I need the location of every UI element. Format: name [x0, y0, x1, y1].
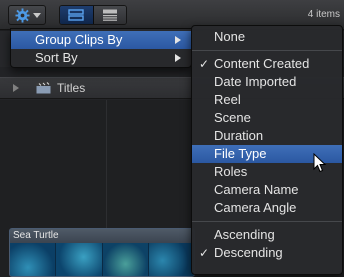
menu-item-scene[interactable]: Scene	[192, 109, 342, 127]
menu-item-label: Sort By	[35, 50, 78, 65]
menu-item-group-clips-by[interactable]: Group Clips By	[11, 31, 191, 49]
menu-item-ascending[interactable]: Ascending	[192, 226, 342, 244]
menu-item-label: Descending	[214, 245, 283, 260]
menu-item-date-imported[interactable]: Date Imported	[192, 73, 342, 91]
menu-item-none[interactable]: None	[192, 28, 342, 46]
chevron-down-icon	[33, 12, 41, 18]
menu-item-label: Group Clips By	[35, 32, 123, 47]
menu-item-duration[interactable]: Duration	[192, 127, 342, 145]
menu-item-descending[interactable]: ✓ Descending	[192, 244, 342, 262]
menu-item-label: Date Imported	[214, 74, 297, 89]
menu-separator	[192, 50, 342, 51]
menu-item-content-created[interactable]: ✓ Content Created	[192, 55, 342, 73]
list-view-button[interactable]	[93, 6, 126, 24]
submenu-arrow-icon	[175, 36, 181, 44]
checkmark-icon: ✓	[199, 246, 210, 260]
titles-label: Titles	[57, 81, 86, 95]
menu-item-camera-angle[interactable]: Camera Angle	[192, 199, 342, 217]
disclosure-triangle-icon[interactable]	[13, 84, 19, 92]
menu-item-label: File Type	[214, 146, 267, 161]
clip-name: Sea Turtle	[10, 229, 194, 243]
action-menu: Group Clips By Sort By	[10, 28, 192, 68]
action-menu-button[interactable]	[8, 5, 46, 25]
menu-item-label: Camera Name	[214, 182, 299, 197]
menu-item-label: Scene	[214, 110, 251, 125]
list-view-icon	[102, 9, 117, 21]
clip-thumbnail	[10, 243, 57, 276]
mouse-pointer-icon	[313, 153, 327, 173]
clip-thumbnail	[148, 243, 194, 276]
submenu-arrow-icon	[175, 54, 181, 62]
view-mode-toggle	[59, 5, 127, 25]
filmstrip-view-icon	[68, 9, 84, 21]
items-count: 4 items	[307, 9, 340, 20]
menu-item-label: Content Created	[214, 56, 310, 71]
menu-item-label: Reel	[214, 92, 241, 107]
menu-separator	[192, 221, 342, 222]
menu-item-label: Duration	[214, 128, 264, 143]
clip-thumbnail	[56, 243, 103, 276]
column-divider	[106, 100, 107, 228]
clapperboard-icon	[36, 82, 51, 94]
menu-item-sort-by[interactable]: Sort By	[11, 49, 191, 67]
group-clips-by-submenu: None ✓ Content Created Date Imported Ree…	[191, 25, 343, 275]
clip-thumbnail	[102, 243, 149, 276]
menu-item-label: None	[214, 29, 246, 44]
menu-item-reel[interactable]: Reel	[192, 91, 342, 109]
clip-filmstrip[interactable]: Sea Turtle	[9, 228, 195, 277]
menu-item-label: Roles	[214, 164, 248, 179]
menu-item-label: Ascending	[214, 227, 275, 242]
clip-thumbnails	[10, 243, 194, 276]
menu-item-label: Camera Angle	[214, 200, 297, 215]
menu-item-camera-name[interactable]: Camera Name	[192, 181, 342, 199]
filmstrip-view-button[interactable]	[60, 6, 94, 24]
gear-icon	[15, 7, 30, 23]
checkmark-icon: ✓	[199, 57, 210, 71]
